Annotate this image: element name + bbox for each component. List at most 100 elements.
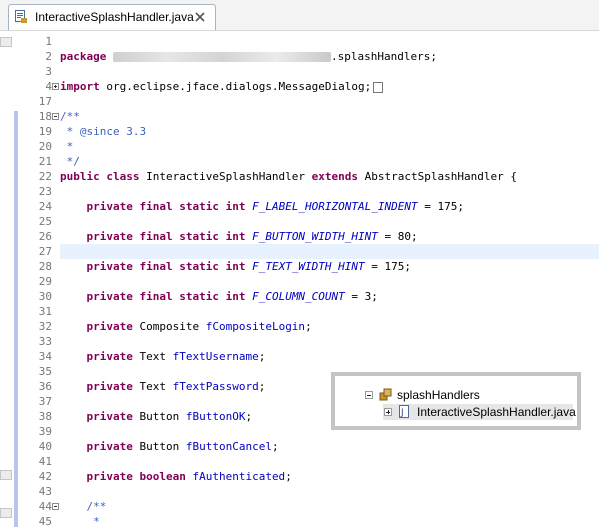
collapse-toggle[interactable]: [365, 391, 373, 399]
tree-item-java-file[interactable]: J InteractiveSplashHandler.java: [383, 404, 576, 420]
code-token: Button: [132, 440, 186, 453]
code-line[interactable]: private final static int F_COLUMN_COUNT …: [60, 289, 599, 304]
expand-toggle[interactable]: [384, 408, 392, 416]
change-indicator: [14, 111, 18, 527]
line-number: 36: [38, 380, 52, 393]
code-line[interactable]: package .splashHandlers;: [60, 49, 599, 64]
field-token: fTextPassword: [172, 380, 259, 393]
code-line[interactable]: [60, 274, 599, 289]
code-line[interactable]: import org.eclipse.jface.dialogs.Message…: [60, 79, 599, 94]
line-number: 34: [38, 350, 52, 363]
ruler-marker[interactable]: [0, 37, 12, 47]
line-number: 43: [38, 485, 52, 498]
line-number: 19: [38, 125, 52, 138]
keyword-token: private: [86, 320, 133, 333]
line-number: 38: [38, 410, 52, 423]
code-line[interactable]: private final static int F_TEXT_WIDTH_HI…: [60, 259, 599, 274]
keyword-token: package: [60, 50, 107, 63]
code-line[interactable]: private Composite fCompositeLogin;: [60, 319, 599, 334]
line-number: 37: [38, 395, 52, 408]
line-number: 33: [38, 335, 52, 348]
code-token: .splashHandlers;: [330, 50, 437, 63]
code-line[interactable]: [60, 454, 599, 469]
code-line[interactable]: *: [60, 139, 599, 154]
code-line[interactable]: [60, 214, 599, 229]
vertical-ruler: [0, 31, 15, 527]
redacted-text: [112, 52, 331, 62]
comment-token: *: [60, 515, 100, 527]
code-line[interactable]: /**: [60, 109, 599, 124]
current-code-line[interactable]: [60, 244, 599, 259]
field-token: F_TEXT_WIDTH_HINT: [252, 260, 365, 273]
keyword-token: private: [86, 440, 133, 453]
ruler-marker[interactable]: [0, 470, 12, 480]
field-token: F_LABEL_HORIZONTAL_INDENT: [252, 200, 418, 213]
code-line[interactable]: private final static int F_LABEL_HORIZON…: [60, 199, 599, 214]
package-explorer-popup: splashHandlers J InteractiveSplashHandle…: [331, 372, 581, 430]
expand-fold-icon[interactable]: [52, 83, 59, 90]
line-number: 31: [38, 305, 52, 318]
keyword-token: private: [86, 350, 133, 363]
line-number: 42: [38, 470, 52, 483]
code-line[interactable]: private Button fButtonCancel;: [60, 439, 599, 454]
ruler-marker[interactable]: [0, 508, 12, 518]
keyword-token: private: [86, 380, 133, 393]
code-token: ;: [258, 380, 266, 393]
line-number: 3: [45, 65, 52, 78]
code-token: ;: [258, 350, 266, 363]
line-number: 45: [38, 515, 52, 527]
code-token: Composite: [132, 320, 206, 333]
tree-item-label: splashHandlers: [397, 388, 480, 402]
code-line[interactable]: [60, 34, 599, 49]
comment-token: *: [60, 140, 74, 153]
line-number: 23: [38, 185, 52, 198]
code-line[interactable]: [60, 304, 599, 319]
comment-token: /**: [86, 500, 107, 513]
field-token: fCompositeLogin: [205, 320, 306, 333]
line-number: 21: [38, 155, 52, 168]
keyword-token: private final static int: [86, 290, 246, 303]
line-number: 30: [38, 290, 52, 303]
editor-tab[interactable]: InteractiveSplashHandler.java: [8, 4, 216, 30]
tree-item-package[interactable]: splashHandlers: [355, 387, 555, 403]
field-token: F_COLUMN_COUNT: [252, 290, 345, 303]
code-line[interactable]: public class InteractiveSplashHandler ex…: [60, 169, 599, 184]
code-line[interactable]: private Text fTextUsername;: [60, 349, 599, 364]
code-line[interactable]: private final static int F_BUTTON_WIDTH_…: [60, 229, 599, 244]
code-line[interactable]: [60, 94, 599, 109]
code-line[interactable]: [60, 184, 599, 199]
code-token: ;: [271, 440, 279, 453]
code-line[interactable]: [60, 64, 599, 79]
code-token: ;: [245, 410, 253, 423]
line-number: 41: [38, 455, 52, 468]
collapse-fold-icon[interactable]: [52, 503, 59, 510]
line-number: 35: [38, 365, 52, 378]
code-line[interactable]: [60, 484, 599, 499]
collapse-fold-icon[interactable]: [52, 113, 59, 120]
code-line[interactable]: *: [60, 514, 599, 527]
line-number: 26: [38, 230, 52, 243]
quick-diff-strip: [14, 31, 18, 527]
tree-item-label: InteractiveSplashHandler.java: [417, 405, 576, 419]
close-icon[interactable]: [193, 10, 207, 24]
code-line[interactable]: */: [60, 154, 599, 169]
code-editor[interactable]: 1 2 package .splashHandlers; 3 4 import org.e…: [14, 31, 599, 527]
line-number: 4: [45, 80, 52, 93]
svg-text:J: J: [400, 408, 404, 418]
code-token: InteractiveSplashHandler: [139, 170, 312, 183]
code-line[interactable]: * @since 3.3: [60, 124, 599, 139]
code-token: = 175;: [417, 200, 465, 213]
comment-token: /**: [60, 110, 80, 123]
code-line[interactable]: /**: [60, 499, 599, 514]
keyword-token: private final static int: [86, 200, 246, 213]
code-line[interactable]: [60, 334, 599, 349]
code-line[interactable]: private boolean fAuthenticated;: [60, 469, 599, 484]
